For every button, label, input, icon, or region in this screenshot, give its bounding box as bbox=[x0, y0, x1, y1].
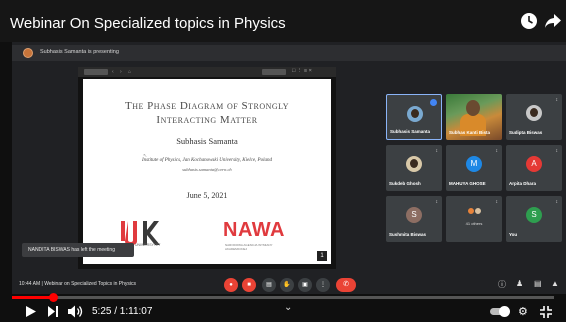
participant-tile[interactable]: ↕ M MAHUYA GHOSE bbox=[446, 145, 502, 191]
shared-screen-tab bbox=[84, 69, 108, 75]
shared-screen: ‹ › ⌂ □ ⋮ ≡ × The Phase Diagram of Stron… bbox=[78, 67, 336, 269]
video-title-bar: Webinar On Specialized topics in Physics bbox=[0, 0, 566, 42]
shared-screen-zoom bbox=[262, 69, 286, 75]
video-title[interactable]: Webinar On Specialized topics in Physics bbox=[10, 15, 286, 32]
notification-toast: NANDITA BISWAS has left the meeting bbox=[22, 243, 134, 257]
nawa-logo-subtitle: NARODOWA AGENCJA WYMIANY AKADEMICKIEJ bbox=[225, 243, 273, 251]
mic-muted-icon: ↕ bbox=[435, 199, 439, 205]
participant-name: MAHUYA GHOSE bbox=[449, 181, 486, 186]
info-icon[interactable]: ⓘ bbox=[498, 279, 506, 290]
player-controls: 5:25 / 1:11:07 ⌄ ⚙ bbox=[0, 300, 566, 322]
play-icon[interactable] bbox=[26, 306, 36, 317]
slide-number: 1 bbox=[317, 251, 327, 261]
video-time-display: 5:25 / 1:11:07 bbox=[92, 306, 153, 317]
share-icon[interactable] bbox=[544, 13, 562, 29]
participant-avatar: A bbox=[526, 156, 542, 172]
next-icon[interactable] bbox=[48, 306, 58, 317]
video-progress-played bbox=[12, 296, 54, 299]
nav-back-icon: ‹ bbox=[112, 69, 114, 75]
others-tile[interactable]: ↕ 41 others bbox=[446, 196, 502, 242]
participant-tile[interactable]: ↕ A Arpita Dhara bbox=[506, 145, 562, 191]
camera-off-icon[interactable]: ■ bbox=[242, 278, 256, 292]
activities-icon[interactable]: ▲ bbox=[551, 279, 559, 288]
slide-author: Subhasis Samanta bbox=[176, 136, 238, 146]
hang-up-icon[interactable]: ✆ bbox=[336, 278, 356, 292]
others-avatars bbox=[467, 207, 483, 219]
nawa-logo: NAWA bbox=[223, 219, 285, 241]
people-icon[interactable]: ♟ bbox=[516, 279, 523, 288]
ujk-logo-subtitle: UNIWERSYTET bbox=[135, 243, 161, 247]
mic-muted-icon: ↕ bbox=[555, 97, 559, 103]
participant-name: Sukdeb Ghosh bbox=[389, 181, 421, 186]
slide-title: The Phase Diagram of Strongly Interactin… bbox=[83, 99, 331, 127]
present-icon[interactable]: ▣ bbox=[298, 278, 312, 292]
participant-tile[interactable]: Subhasis Samanta bbox=[386, 94, 442, 140]
participant-name: You bbox=[509, 232, 518, 237]
fullscreen-exit-icon[interactable] bbox=[540, 306, 552, 318]
participant-avatar: S bbox=[406, 207, 422, 223]
others-avatar bbox=[474, 207, 482, 215]
captions-icon[interactable]: ▤ bbox=[262, 278, 276, 292]
slide-date: June 5, 2021 bbox=[186, 191, 228, 200]
participant-name: Sushmita Biswas bbox=[389, 232, 427, 237]
more-icon[interactable]: ⋮ bbox=[316, 278, 330, 292]
participant-name: Arpita Dhara bbox=[509, 181, 537, 186]
settings-icon[interactable]: ⚙ bbox=[518, 305, 528, 318]
meeting-time-and-title: 10:44 AM | Webinar on Specialized Topics… bbox=[19, 281, 137, 287]
self-tile[interactable]: ↕ S You bbox=[506, 196, 562, 242]
chat-icon[interactable]: ▤ bbox=[534, 279, 542, 288]
raise-hand-icon[interactable]: ✋ bbox=[280, 278, 294, 292]
presenting-banner: Subhasis Samanta is presenting bbox=[12, 45, 566, 61]
speaking-indicator-icon bbox=[430, 99, 437, 106]
meet-window: Subhasis Samanta is presenting ‹ › ⌂ □ ⋮… bbox=[12, 42, 566, 294]
toast-text: NANDITA BISWAS has left the meeting bbox=[28, 247, 115, 253]
presentation-slide: The Phase Diagram of Strongly Interactin… bbox=[83, 79, 331, 264]
slide-email: subhasis.samanta@cern.ch bbox=[182, 167, 232, 172]
chevron-down-icon[interactable]: ⌄ bbox=[284, 302, 292, 313]
participant-name: Subhasis Samanta bbox=[390, 129, 431, 134]
participant-tile[interactable]: ↕ S Sushmita Biswas bbox=[386, 196, 442, 242]
participant-tile[interactable]: ↕ Sudipta Biswas bbox=[506, 94, 562, 140]
presenting-text: Subhasis Samanta is presenting bbox=[40, 49, 119, 55]
participant-name: Sudipta Biswas bbox=[509, 130, 543, 135]
participant-name: Subhas Kanti Bista bbox=[449, 130, 491, 135]
meet-control-bar: 10:44 AM | Webinar on Specialized Topics… bbox=[12, 274, 566, 294]
mic-muted-icon: ↕ bbox=[555, 148, 559, 154]
slide-title-line1: The Phase Diagram of Strongly bbox=[124, 100, 290, 112]
shared-screen-toolbar: ‹ › ⌂ □ ⋮ ≡ × bbox=[78, 67, 336, 77]
nav-home-icon: ⌂ bbox=[128, 69, 132, 75]
participant-photo bbox=[526, 105, 542, 121]
mic-muted-icon: ↕ bbox=[495, 199, 499, 205]
shared-screen-controls: □ ⋮ ≡ × bbox=[292, 68, 312, 74]
autoplay-toggle-knob bbox=[499, 306, 510, 317]
participant-video-face bbox=[466, 100, 480, 116]
mic-muted-icon: ↕ bbox=[495, 148, 499, 154]
participant-tile[interactable]: Subhas Kanti Bista bbox=[446, 94, 502, 140]
slide-affiliation: Institute of Physics, Jan Kochanowski Un… bbox=[142, 158, 272, 163]
video-progress-bar[interactable] bbox=[12, 293, 554, 302]
participant-tile[interactable]: ↕ Sukdeb Ghosh bbox=[386, 145, 442, 191]
participant-photo bbox=[407, 106, 423, 122]
participant-photo bbox=[406, 156, 422, 172]
volume-icon[interactable] bbox=[68, 305, 84, 318]
presenter-avatar bbox=[23, 48, 33, 58]
slide-title-line2: Interacting Matter bbox=[156, 114, 258, 126]
participant-avatar: S bbox=[526, 207, 542, 223]
participant-avatar: M bbox=[466, 156, 482, 172]
others-count: 41 others bbox=[465, 221, 483, 226]
mic-muted-icon: ↕ bbox=[435, 148, 439, 154]
autoplay-toggle[interactable] bbox=[490, 306, 510, 317]
watch-later-icon[interactable] bbox=[520, 12, 538, 30]
nav-forward-icon: › bbox=[120, 69, 122, 75]
mic-muted-icon: ↕ bbox=[555, 199, 559, 205]
mic-off-icon[interactable]: ● bbox=[224, 278, 238, 292]
